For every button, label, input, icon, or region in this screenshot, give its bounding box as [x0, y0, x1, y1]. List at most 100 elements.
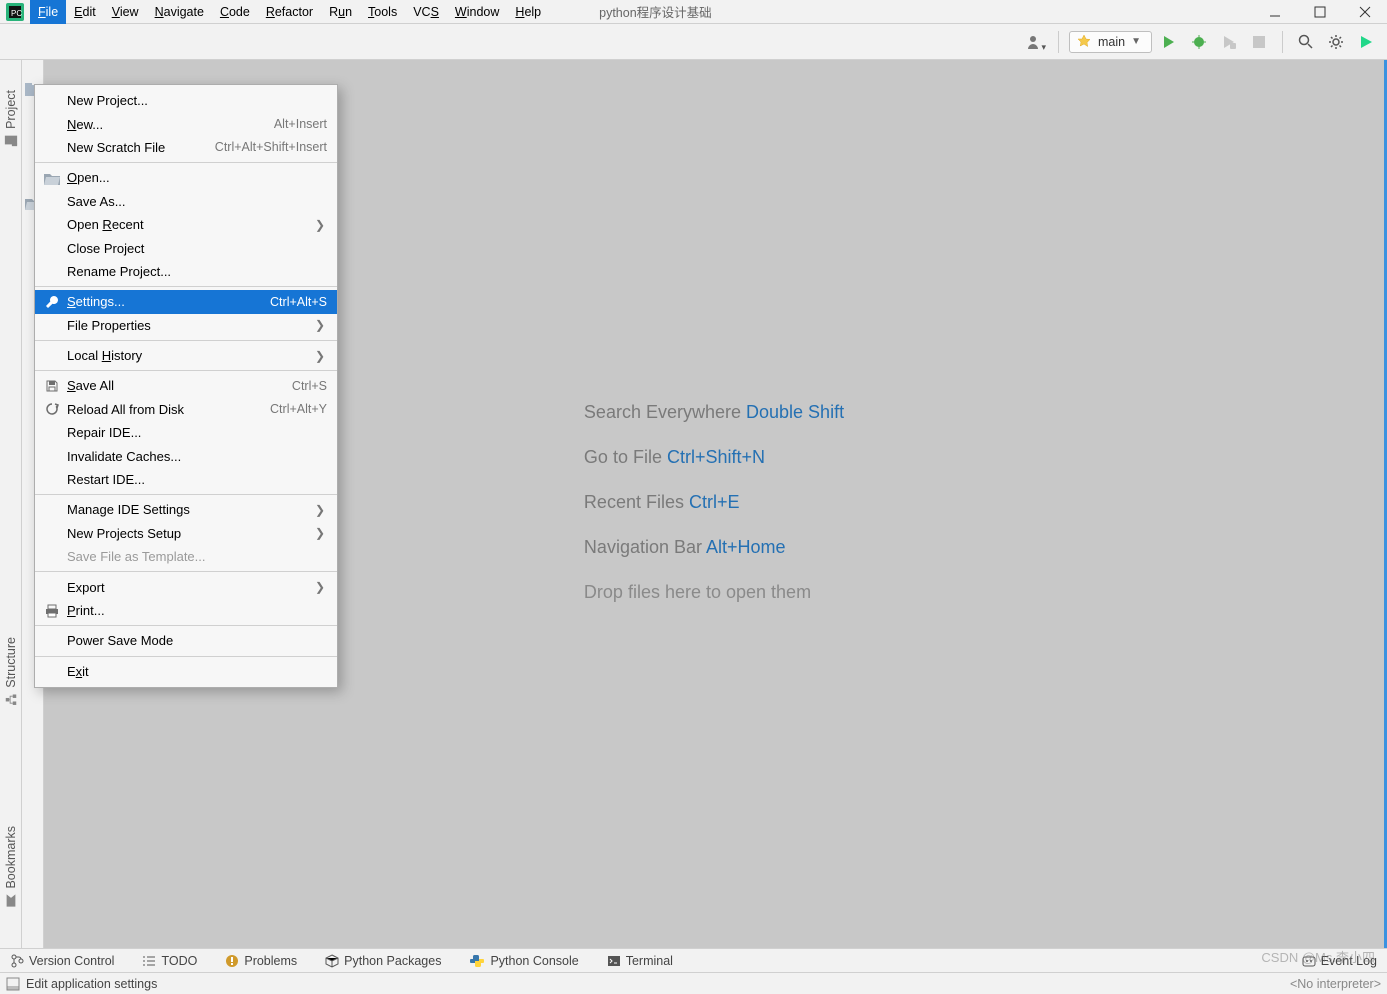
print-icon: [43, 604, 61, 618]
menu-file[interactable]: File: [30, 0, 66, 24]
reload-icon: [43, 402, 61, 416]
event-log-tab[interactable]: Event Log: [1302, 954, 1377, 968]
shortcut-label: Ctrl+Alt+S: [270, 295, 327, 309]
play-media-icon[interactable]: [1353, 29, 1379, 55]
run-configuration-selector[interactable]: main ▼: [1069, 31, 1152, 53]
debug-button[interactable]: [1186, 29, 1212, 55]
menu-item-open[interactable]: Open...: [35, 166, 337, 189]
run-config-label: main: [1098, 35, 1125, 49]
status-hint: Edit application settings: [26, 977, 157, 991]
menu-separator: [35, 286, 337, 287]
menu-item-label: New Scratch File: [67, 140, 215, 155]
menu-item-label: Save File as Template...: [67, 549, 327, 564]
python-console-tab[interactable]: Python Console: [469, 954, 578, 968]
menu-item-close-project[interactable]: Close Project: [35, 236, 337, 259]
menu-item-exit[interactable]: Exit: [35, 660, 337, 683]
settings-icon[interactable]: [1323, 29, 1349, 55]
structure-tool-tab[interactable]: Structure: [4, 637, 18, 707]
bottom-tool-bar: Version Control TODO Problems Python Pac…: [0, 948, 1387, 972]
stop-button[interactable]: [1246, 29, 1272, 55]
menu-item-open-recent[interactable]: Open Recent❯: [35, 213, 337, 236]
user-icon[interactable]: ▾: [1022, 29, 1048, 55]
tip-recent-files: Recent Files Ctrl+E: [584, 480, 844, 525]
menu-item-rename-project[interactable]: Rename Project...: [35, 260, 337, 283]
menu-code[interactable]: Code: [212, 0, 258, 24]
shortcut-label: Alt+Insert: [274, 117, 327, 131]
bookmarks-tool-tab[interactable]: Bookmarks: [4, 826, 18, 908]
menu-item-new-projects-setup[interactable]: New Projects Setup❯: [35, 522, 337, 545]
python-packages-tab[interactable]: Python Packages: [325, 954, 441, 968]
menu-vcs[interactable]: VCS: [405, 0, 447, 24]
run-button[interactable]: [1156, 29, 1182, 55]
menu-tools[interactable]: Tools: [360, 0, 405, 24]
menu-item-power-save-mode[interactable]: Power Save Mode: [35, 629, 337, 652]
menu-refactor[interactable]: Refactor: [258, 0, 321, 24]
menu-item-label: New Projects Setup: [67, 526, 315, 541]
menu-separator: [35, 656, 337, 657]
search-icon[interactable]: [1293, 29, 1319, 55]
menu-item-export[interactable]: Export❯: [35, 575, 337, 598]
tip-search-everywhere: Search Everywhere Double Shift: [584, 390, 844, 435]
menu-item-new-scratch-file[interactable]: New Scratch FileCtrl+Alt+Shift+Insert: [35, 136, 337, 159]
menu-item-label: File Properties: [67, 318, 315, 333]
status-panel-icon[interactable]: [6, 977, 20, 991]
todo-tab[interactable]: TODO: [142, 954, 197, 968]
menu-separator: [35, 162, 337, 163]
menu-edit[interactable]: Edit: [66, 0, 104, 24]
file-menu-dropdown: New Project...New...Alt+InsertNew Scratc…: [34, 84, 338, 688]
menu-item-save-file-as-template: Save File as Template...: [35, 545, 337, 568]
status-bar: Edit application settings <No interprete…: [0, 972, 1387, 994]
menu-item-restart-ide[interactable]: Restart IDE...: [35, 468, 337, 491]
wrench-icon: [43, 295, 61, 309]
version-control-tab[interactable]: Version Control: [10, 954, 114, 968]
menu-view[interactable]: View: [104, 0, 147, 24]
menu-item-new[interactable]: New...Alt+Insert: [35, 112, 337, 135]
window-close-button[interactable]: [1342, 0, 1387, 24]
run-coverage-button[interactable]: [1216, 29, 1242, 55]
menu-item-new-project[interactable]: New Project...: [35, 89, 337, 112]
menu-item-label: Open Recent: [67, 217, 315, 232]
menu-item-label: Rename Project...: [67, 264, 327, 279]
menu-window[interactable]: Window: [447, 0, 507, 24]
menu-item-label: Save As...: [67, 194, 327, 209]
window-minimize-button[interactable]: [1252, 0, 1297, 24]
menu-item-save-as[interactable]: Save As...: [35, 190, 337, 213]
menu-item-label: Export: [67, 580, 315, 595]
menu-item-print[interactable]: Print...: [35, 599, 337, 622]
menu-item-invalidate-caches[interactable]: Invalidate Caches...: [35, 444, 337, 467]
menu-run[interactable]: Run: [321, 0, 360, 24]
problems-tab[interactable]: Problems: [225, 954, 297, 968]
menu-item-settings[interactable]: Settings...Ctrl+Alt+S: [35, 290, 337, 313]
menu-item-local-history[interactable]: Local History❯: [35, 344, 337, 367]
menu-item-label: New Project...: [67, 93, 327, 108]
open-icon: [43, 171, 61, 185]
tip-drop-files: Drop files here to open them: [584, 570, 844, 615]
menu-item-label: Open...: [67, 170, 327, 185]
menu-item-label: Invalidate Caches...: [67, 449, 327, 464]
menu-item-manage-ide-settings[interactable]: Manage IDE Settings❯: [35, 498, 337, 521]
menu-navigate[interactable]: Navigate: [147, 0, 212, 24]
menu-item-label: Restart IDE...: [67, 472, 327, 487]
menu-help[interactable]: Help: [507, 0, 549, 24]
menu-item-label: Reload All from Disk: [67, 402, 270, 417]
terminal-tab[interactable]: Terminal: [607, 954, 673, 968]
submenu-arrow-icon: ❯: [315, 526, 327, 540]
menu-item-reload-all-from-disk[interactable]: Reload All from DiskCtrl+Alt+Y: [35, 398, 337, 421]
menu-item-label: Local History: [67, 348, 315, 363]
shortcut-label: Ctrl+Alt+Shift+Insert: [215, 140, 327, 154]
left-tool-rail: Project Structure Bookmarks: [0, 60, 22, 948]
project-tool-tab[interactable]: Project: [4, 90, 18, 148]
menu-separator: [35, 494, 337, 495]
submenu-arrow-icon: ❯: [315, 318, 327, 332]
pycharm-app-icon: PC: [0, 0, 30, 24]
menu-item-label: Manage IDE Settings: [67, 502, 315, 517]
menu-item-file-properties[interactable]: File Properties❯: [35, 314, 337, 337]
shortcut-label: Ctrl+Alt+Y: [270, 402, 327, 416]
menu-item-save-all[interactable]: Save AllCtrl+S: [35, 374, 337, 397]
menu-separator: [35, 625, 337, 626]
menu-item-repair-ide[interactable]: Repair IDE...: [35, 421, 337, 444]
window-maximize-button[interactable]: [1297, 0, 1342, 24]
interpreter-indicator[interactable]: <No interpreter>: [1290, 977, 1381, 991]
save-icon: [43, 379, 61, 393]
menu-item-label: Exit: [67, 664, 327, 679]
